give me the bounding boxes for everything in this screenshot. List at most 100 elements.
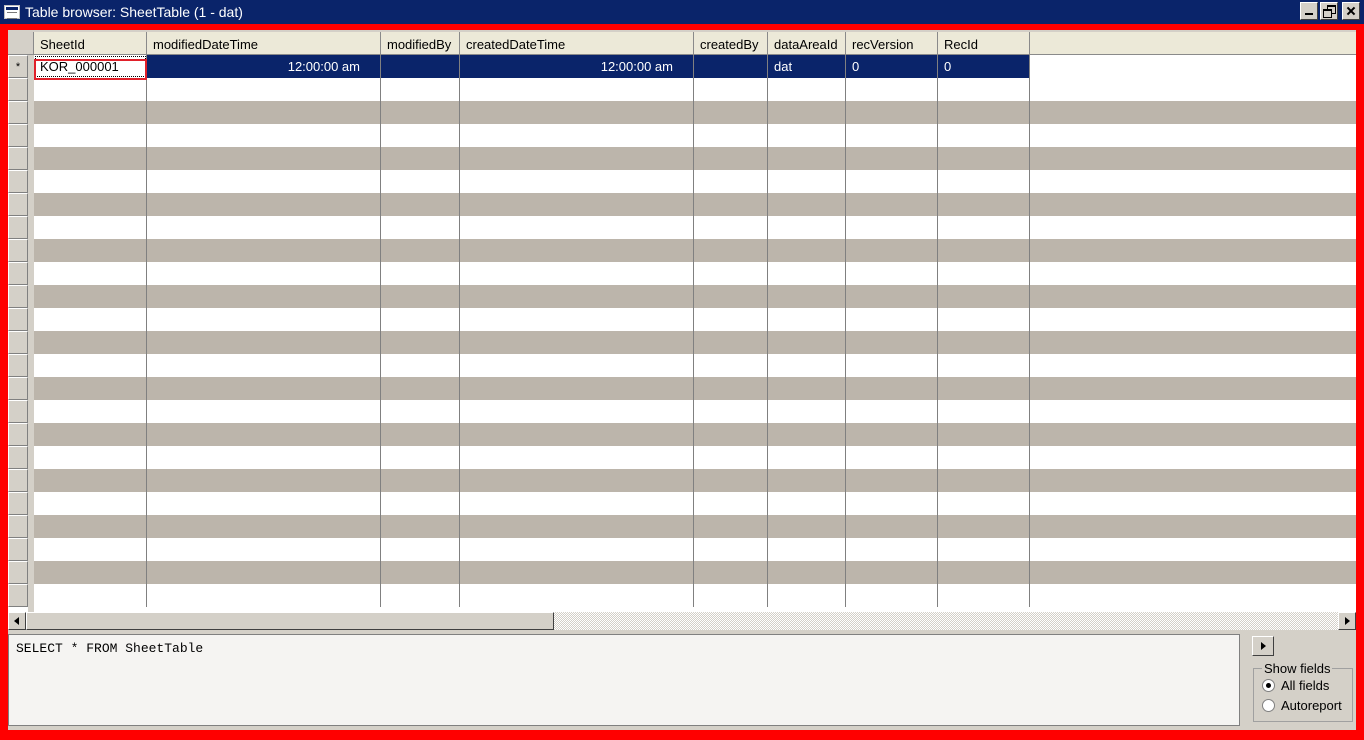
table-row[interactable] bbox=[34, 285, 1356, 308]
grid-cell[interactable] bbox=[846, 492, 938, 515]
grid-cell[interactable] bbox=[460, 446, 694, 469]
grid-cell[interactable] bbox=[768, 469, 846, 492]
grid-cell[interactable] bbox=[460, 170, 694, 193]
grid-cell[interactable] bbox=[694, 354, 768, 377]
grid-cell[interactable] bbox=[768, 423, 846, 446]
grid-cell[interactable] bbox=[147, 262, 381, 285]
grid-cell[interactable] bbox=[381, 308, 460, 331]
table-row[interactable] bbox=[34, 561, 1356, 584]
grid-cell[interactable] bbox=[460, 285, 694, 308]
grid-cell[interactable] bbox=[147, 216, 381, 239]
cell-modifieddatetime[interactable]: 12:00:00 am bbox=[147, 55, 381, 78]
grid-cell[interactable] bbox=[34, 515, 147, 538]
grid-cell[interactable] bbox=[147, 101, 381, 124]
query-textarea[interactable]: SELECT * FROM SheetTable bbox=[8, 634, 1240, 726]
column-header-recversion[interactable]: recVersion bbox=[846, 32, 938, 55]
radio-all-fields[interactable]: All fields bbox=[1262, 678, 1329, 693]
grid-cell[interactable] bbox=[460, 78, 694, 101]
grid-cell[interactable] bbox=[938, 446, 1030, 469]
grid-cell[interactable] bbox=[381, 124, 460, 147]
table-row[interactable] bbox=[34, 193, 1356, 216]
grid-cell[interactable] bbox=[768, 331, 846, 354]
grid-cell[interactable] bbox=[460, 308, 694, 331]
grid-cell[interactable] bbox=[34, 492, 147, 515]
grid-cell[interactable] bbox=[768, 193, 846, 216]
table-row[interactable] bbox=[34, 170, 1356, 193]
grid-cell[interactable] bbox=[460, 216, 694, 239]
radio-all-fields-label[interactable]: All fields bbox=[1281, 678, 1329, 693]
column-header-createdby[interactable]: createdBy bbox=[694, 32, 768, 55]
grid-cell[interactable] bbox=[694, 515, 768, 538]
row-header[interactable] bbox=[8, 331, 28, 354]
grid-cell[interactable] bbox=[694, 469, 768, 492]
table-row[interactable] bbox=[34, 538, 1356, 561]
grid-cell[interactable] bbox=[147, 423, 381, 446]
row-header[interactable] bbox=[8, 147, 28, 170]
grid-cell[interactable] bbox=[381, 147, 460, 170]
grid-cell[interactable] bbox=[846, 216, 938, 239]
grid-cell[interactable] bbox=[768, 377, 846, 400]
grid-cell[interactable] bbox=[846, 78, 938, 101]
row-header[interactable] bbox=[8, 515, 28, 538]
grid-cell[interactable] bbox=[381, 262, 460, 285]
grid-cell[interactable] bbox=[768, 170, 846, 193]
row-header[interactable] bbox=[8, 400, 28, 423]
grid-cell[interactable] bbox=[147, 584, 381, 607]
grid-cell[interactable] bbox=[147, 354, 381, 377]
row-header[interactable] bbox=[8, 492, 28, 515]
grid-cell[interactable] bbox=[460, 538, 694, 561]
grid-cell[interactable] bbox=[938, 285, 1030, 308]
grid-cell[interactable] bbox=[694, 78, 768, 101]
grid-cell[interactable] bbox=[34, 193, 147, 216]
grid-cell[interactable] bbox=[768, 492, 846, 515]
grid-cell[interactable] bbox=[938, 193, 1030, 216]
grid-cell[interactable] bbox=[938, 124, 1030, 147]
grid-cell[interactable] bbox=[846, 308, 938, 331]
grid-cell[interactable] bbox=[381, 561, 460, 584]
grid-cell[interactable] bbox=[381, 538, 460, 561]
cell-recid[interactable]: 0 bbox=[938, 55, 1030, 78]
grid-cell[interactable] bbox=[846, 101, 938, 124]
radio-all-fields-button[interactable] bbox=[1262, 679, 1275, 692]
grid-cell[interactable] bbox=[694, 124, 768, 147]
cell-createddatetime[interactable]: 12:00:00 am bbox=[460, 55, 694, 78]
grid-cell[interactable] bbox=[381, 584, 460, 607]
grid-cell[interactable] bbox=[938, 538, 1030, 561]
grid-cell[interactable] bbox=[938, 584, 1030, 607]
grid-cell[interactable] bbox=[381, 170, 460, 193]
grid-cell[interactable] bbox=[694, 584, 768, 607]
grid-cell[interactable] bbox=[460, 124, 694, 147]
grid-cell[interactable] bbox=[768, 538, 846, 561]
grid-cell[interactable] bbox=[846, 538, 938, 561]
grid-cell[interactable] bbox=[381, 78, 460, 101]
table-row[interactable] bbox=[34, 515, 1356, 538]
execute-query-button[interactable] bbox=[1252, 636, 1274, 656]
grid-cell[interactable] bbox=[460, 515, 694, 538]
grid-cell[interactable] bbox=[34, 308, 147, 331]
grid-cell[interactable] bbox=[147, 400, 381, 423]
grid-cell[interactable] bbox=[768, 124, 846, 147]
row-header[interactable] bbox=[8, 423, 28, 446]
data-grid[interactable]: SheetId modifiedDateTime modifiedBy crea… bbox=[8, 32, 1356, 612]
row-header[interactable] bbox=[8, 239, 28, 262]
table-row[interactable] bbox=[34, 124, 1356, 147]
cell-dataareaid[interactable]: dat bbox=[768, 55, 846, 78]
grid-cell[interactable] bbox=[147, 538, 381, 561]
radio-autoreport-label[interactable]: Autoreport bbox=[1281, 698, 1342, 713]
grid-cell[interactable] bbox=[846, 147, 938, 170]
grid-cell[interactable] bbox=[768, 515, 846, 538]
grid-cell[interactable] bbox=[938, 170, 1030, 193]
grid-cell[interactable] bbox=[460, 492, 694, 515]
row-header[interactable] bbox=[8, 101, 28, 124]
table-row[interactable] bbox=[34, 377, 1356, 400]
grid-cell[interactable] bbox=[34, 124, 147, 147]
grid-cell[interactable] bbox=[147, 239, 381, 262]
grid-cell[interactable] bbox=[938, 216, 1030, 239]
grid-cell[interactable] bbox=[938, 561, 1030, 584]
grid-cell[interactable] bbox=[846, 377, 938, 400]
grid-cell[interactable] bbox=[460, 193, 694, 216]
grid-cell[interactable] bbox=[147, 377, 381, 400]
column-header-modifieddatetime[interactable]: modifiedDateTime bbox=[147, 32, 381, 55]
grid-cell[interactable] bbox=[381, 446, 460, 469]
grid-cell[interactable] bbox=[768, 446, 846, 469]
